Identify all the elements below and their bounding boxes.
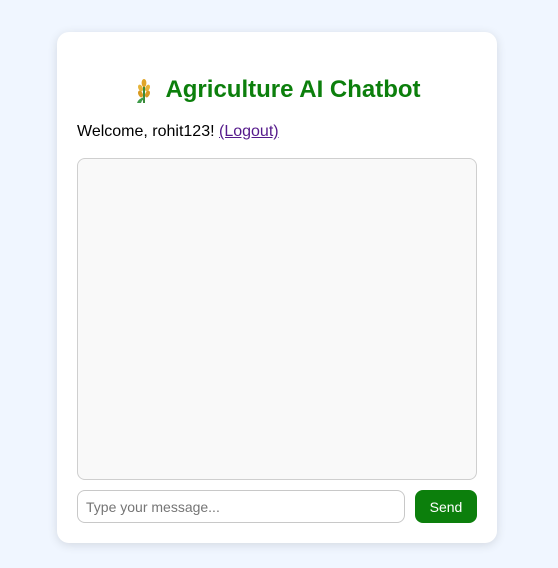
- welcome-text: Welcome, rohit123!: [77, 123, 219, 140]
- header: Agriculture AI Chatbot: [57, 76, 497, 104]
- welcome-message: Welcome, rohit123! (Logout): [77, 123, 279, 141]
- chatbot-card: Agriculture AI Chatbot Welcome, rohit123…: [57, 32, 497, 543]
- logout-link[interactable]: (Logout): [219, 123, 279, 140]
- page-title: Agriculture AI Chatbot: [165, 76, 421, 103]
- chat-messages-area[interactable]: [77, 158, 477, 480]
- message-input[interactable]: [77, 490, 405, 523]
- wheat-icon: [133, 77, 155, 103]
- send-button[interactable]: Send: [415, 490, 477, 523]
